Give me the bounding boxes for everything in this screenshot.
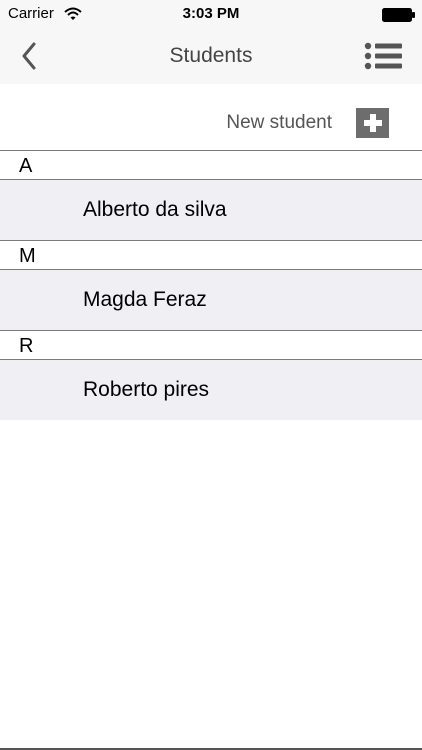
navigation-bar: Students [0,30,422,84]
plus-icon [363,114,382,132]
add-student-button[interactable] [356,108,389,138]
student-name: Magda Feraz [83,288,207,311]
status-time: 3:03 PM [182,5,240,22]
section-header-a: A [0,150,422,180]
status-bar: Carrier 3:03 PM [0,0,422,30]
student-name: Roberto pires [83,378,210,401]
list-item[interactable]: Alberto da silva [0,180,422,240]
section-header-m: M [0,240,422,270]
page-title: Students [169,44,253,67]
student-list: A Alberto da silva M Magda Feraz R Rober… [0,150,422,420]
list-item[interactable]: Magda Feraz [0,270,422,330]
section-header-r: R [0,330,422,360]
new-student-label[interactable]: New student [226,112,332,134]
section-letter: M [19,245,36,267]
section-letter: A [19,155,33,177]
list-icon [364,42,402,70]
section-letter: R [19,335,34,357]
student-name: Alberto da silva [83,198,227,221]
menu-button[interactable] [362,38,406,74]
battery-icon [382,8,415,22]
list-item[interactable]: Roberto pires [0,360,422,420]
